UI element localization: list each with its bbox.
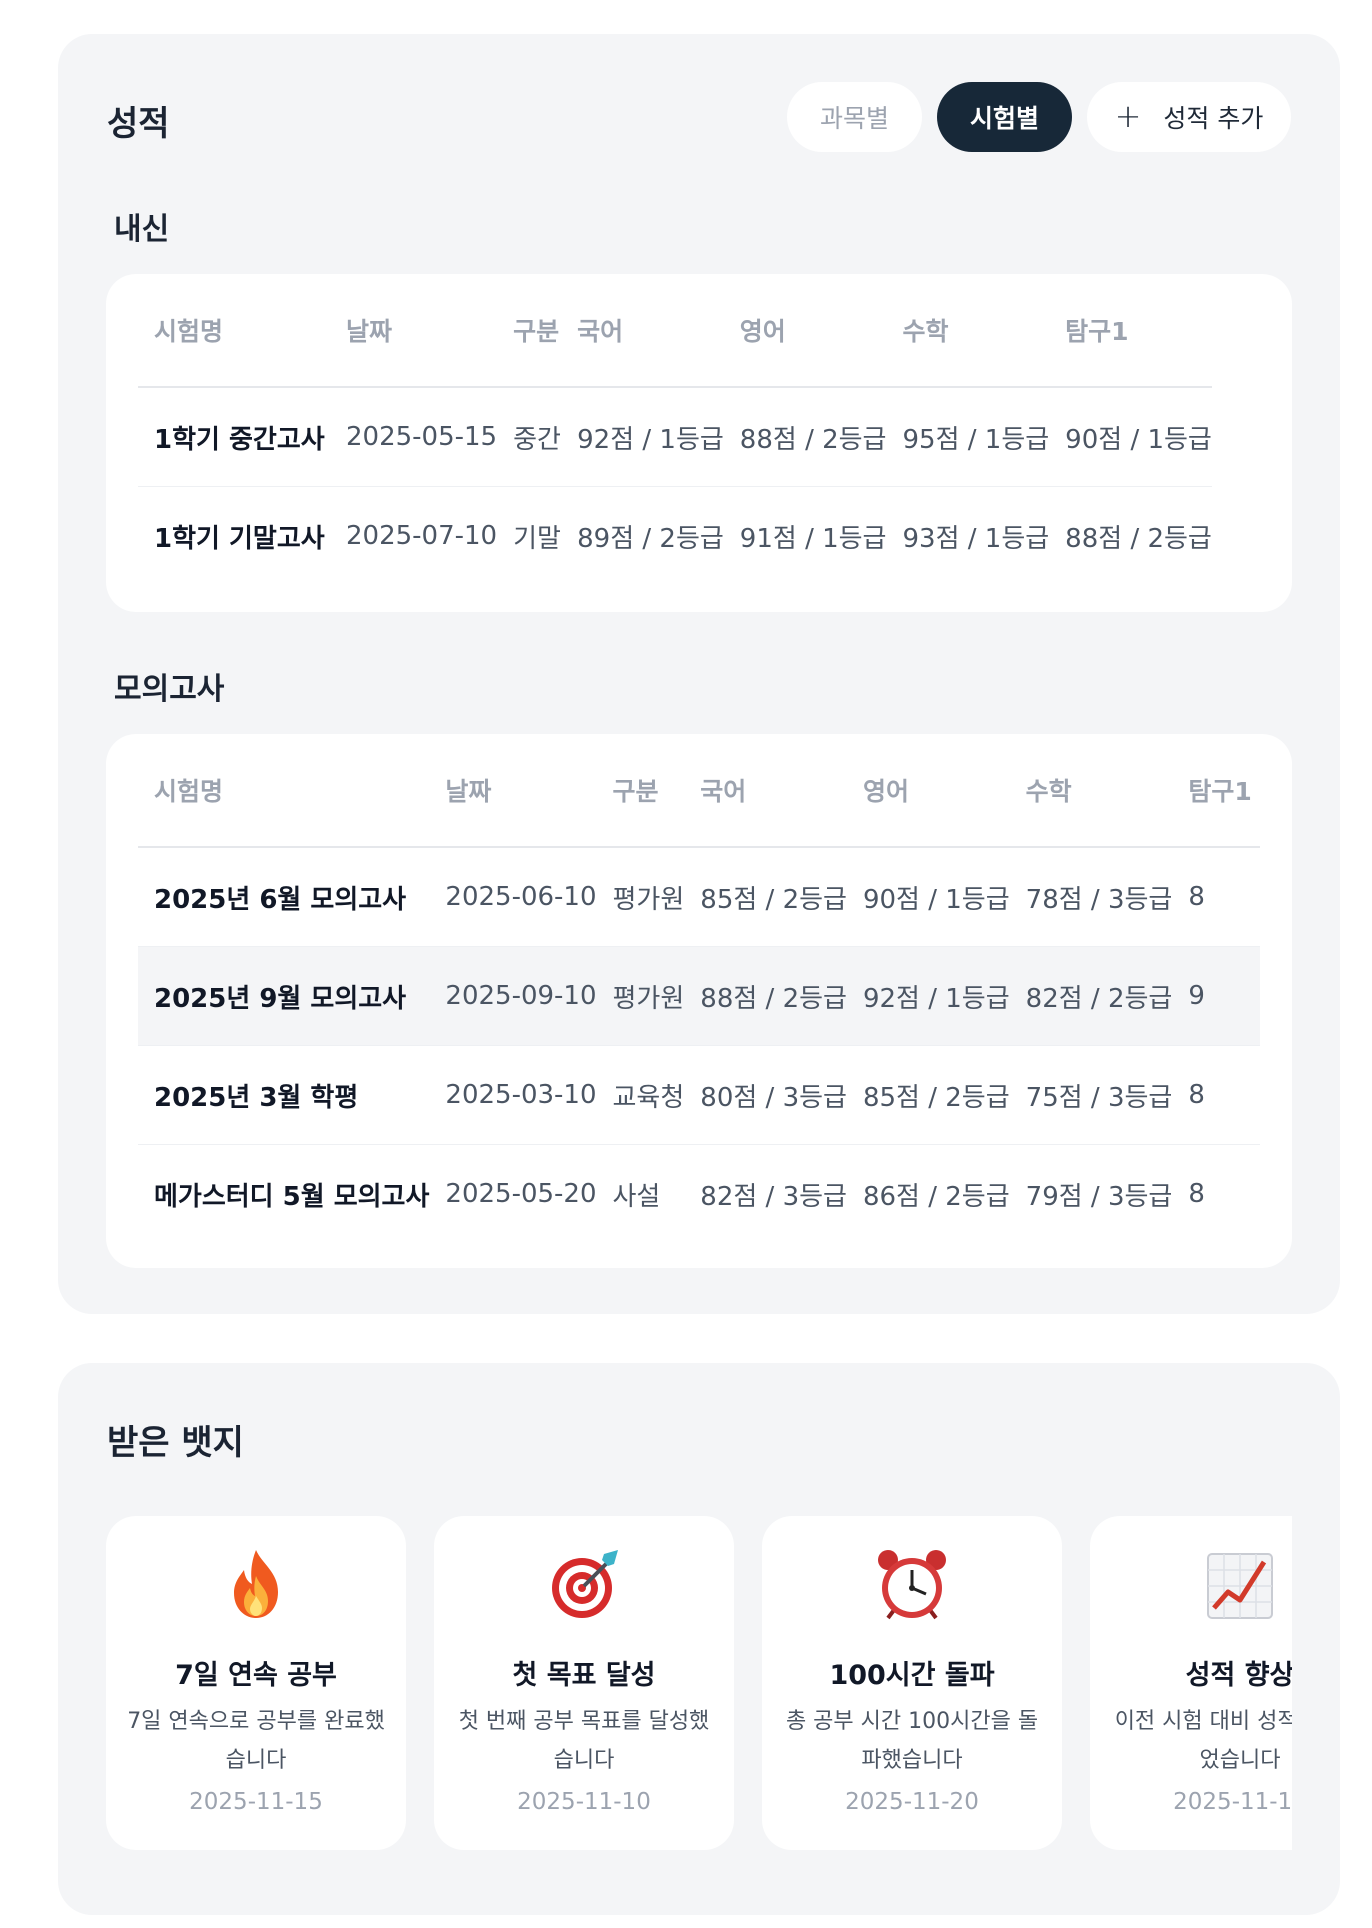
cell-english: 88점 / 2등급: [723, 387, 887, 487]
badge-title: 100시간 돌파: [829, 1660, 995, 1691]
table-header-row: 시험명 날짜 구분 국어 영어 수학 탐구1: [138, 734, 1260, 848]
cell-math: 79점 / 3등급: [1025, 1181, 1173, 1212]
col-date: 날짜: [330, 274, 498, 388]
table-row[interactable]: 2025년 6월 모의고사 2025-06-10 평가원 85점 / 2등급 9…: [138, 847, 1260, 947]
badge-card[interactable]: 7일 연속 공부 7일 연속으로 공부를 완료했습니다 2025-11-15: [106, 1516, 406, 1850]
badge-title: 성적 향상: [1185, 1660, 1292, 1691]
col-inquiry1: 탐구1: [1172, 734, 1260, 848]
cell-exam-name: 1학기 중간고사: [138, 387, 330, 487]
cell-exam-name: 2025년 9월 모의고사: [138, 946, 430, 1046]
col-date: 날짜: [429, 734, 597, 848]
cell-math: 78점 / 3등급: [1009, 847, 1173, 947]
badge-card[interactable]: 성적 향상 이전 시험 대비 성적이 상되었습니다 2025-11-18: [1090, 1516, 1292, 1850]
tab-by-exam[interactable]: 시험별: [937, 82, 1072, 152]
cell-inquiry1: 8: [1172, 847, 1260, 947]
mock-table: 시험명 날짜 구분 국어 영어 수학 탐구1 2025년 6월 모의고사 202…: [138, 734, 1260, 1243]
naesin-card: 시험명 날짜 구분 국어 영어 수학 탐구1 1학기 중간고사 2025-05-…: [106, 274, 1292, 612]
table-row[interactable]: 2025년 3월 학평 2025-03-10 교육청 80점 / 3등급 85점…: [138, 1045, 1260, 1145]
cell-korean: 92점 / 1등급: [561, 387, 724, 487]
table-row[interactable]: 2025년 9월 모의고사 2025-09-10 평가원 88점 / 2등급 9…: [138, 946, 1260, 1046]
badge-date: 2025-11-20: [845, 1789, 979, 1815]
badge-description: 총 공부 시간 100시간을 돌파했습니다: [785, 1709, 1039, 1773]
col-english: 영어: [723, 274, 887, 388]
naesin-section-title: 내신: [114, 212, 170, 247]
cell-english: 85점 / 2등급: [846, 1045, 1010, 1145]
cell-date: 2025-05-15: [330, 387, 498, 487]
cell-english: 91점 / 1등급: [739, 523, 887, 554]
cell-date: 2025-03-10: [429, 1045, 597, 1145]
mock-card: 시험명 날짜 구분 국어 영어 수학 탐구1 2025년 6월 모의고사 202…: [106, 734, 1292, 1268]
cell-korean: 89점 / 2등급: [577, 523, 724, 554]
col-korean: 국어: [684, 734, 847, 848]
badges-panel: 받은 뱃지 7일 연속 공부 7일 연속으로 공부를 완료했습니다 2025-1…: [58, 1363, 1340, 1915]
fire-icon: [106, 1546, 406, 1622]
add-grade-button[interactable]: + 성적 추가: [1087, 82, 1291, 152]
cell-date: 2025-05-20: [445, 1179, 597, 1209]
col-type: 구분: [596, 734, 685, 848]
table-header-row: 시험명 날짜 구분 국어 영어 수학 탐구1: [138, 274, 1212, 388]
cell-type: 사설: [612, 1181, 661, 1212]
cell-korean: 80점 / 3등급: [684, 1045, 847, 1145]
chart-up-icon: [1090, 1546, 1292, 1622]
alarm-clock-icon: [762, 1546, 1062, 1622]
badge-card[interactable]: 100시간 돌파 총 공부 시간 100시간을 돌파했습니다 2025-11-2…: [762, 1516, 1062, 1850]
cell-math: 75점 / 3등급: [1009, 1045, 1173, 1145]
col-inquiry1: 탐구1: [1049, 274, 1212, 388]
tab-by-subject[interactable]: 과목별: [787, 82, 922, 152]
cell-english: 92점 / 1등급: [846, 946, 1010, 1046]
cell-date: 2025-09-10: [429, 946, 597, 1046]
col-english: 영어: [846, 734, 1010, 848]
col-math: 수학: [1009, 734, 1173, 848]
cell-math: 93점 / 1등급: [902, 523, 1050, 554]
badge-card[interactable]: 첫 목표 달성 첫 번째 공부 목표를 달성했습니다 2025-11-10: [434, 1516, 734, 1850]
cell-korean: 85점 / 2등급: [684, 847, 847, 947]
cell-type: 중간: [497, 387, 562, 487]
badge-title: 7일 연속 공부: [175, 1660, 337, 1691]
cell-type: 기말: [513, 523, 561, 554]
cell-inquiry1: 8: [1188, 1179, 1205, 1209]
badge-list[interactable]: 7일 연속 공부 7일 연속으로 공부를 완료했습니다 2025-11-15 첫…: [106, 1363, 1292, 1915]
cell-math: 82점 / 2등급: [1009, 946, 1173, 1046]
cell-exam-name: 메가스터디 5월 모의고사: [154, 1181, 430, 1212]
cell-exam-name: 2025년 6월 모의고사: [138, 847, 430, 947]
col-type: 구분: [497, 274, 562, 388]
col-exam-name: 시험명: [138, 734, 430, 848]
grades-panel: 성적 과목별 시험별 + 성적 추가 내신 시험명 날짜 구분 국어 영어 수학…: [58, 34, 1340, 1314]
col-math: 수학: [886, 274, 1050, 388]
mock-section-title: 모의고사: [114, 672, 225, 707]
cell-inquiry1: 9: [1172, 946, 1260, 1046]
cell-inquiry1: 90점 / 1등급: [1049, 387, 1212, 487]
badge-title: 첫 목표 달성: [512, 1660, 656, 1691]
badge-description: 7일 연속으로 공부를 완료했습니다: [127, 1709, 385, 1773]
badge-description: 첫 번째 공부 목표를 달성했습니다: [458, 1709, 710, 1773]
table-row[interactable]: 1학기 기말고사 2025-07-10 기말 89점 / 2등급 91점 / 1…: [138, 487, 1212, 586]
table-row[interactable]: 메가스터디 5월 모의고사 2025-05-20 사설 82점 / 3등급 86…: [138, 1145, 1260, 1244]
badge-date: 2025-11-15: [189, 1789, 323, 1815]
cell-date: 2025-07-10: [346, 521, 498, 551]
cell-inquiry1: 88점 / 2등급: [1065, 523, 1212, 554]
cell-exam-name: 2025년 3월 학평: [138, 1045, 430, 1145]
cell-korean: 82점 / 3등급: [700, 1181, 847, 1212]
table-row[interactable]: 1학기 중간고사 2025-05-15 중간 92점 / 1등급 88점 / 2…: [138, 387, 1212, 487]
target-icon: [434, 1546, 734, 1622]
naesin-table: 시험명 날짜 구분 국어 영어 수학 탐구1 1학기 중간고사 2025-05-…: [138, 274, 1260, 585]
badge-description: 이전 시험 대비 성적이 상되었습니다: [1114, 1709, 1292, 1773]
badge-date: 2025-11-10: [517, 1789, 651, 1815]
col-exam-name: 시험명: [138, 274, 330, 388]
add-grade-label: 성적 추가: [1163, 104, 1264, 133]
plus-icon: +: [1114, 96, 1142, 135]
cell-inquiry1: 8: [1172, 1045, 1260, 1145]
cell-exam-name: 1학기 기말고사: [154, 523, 325, 554]
col-korean: 국어: [561, 274, 724, 388]
cell-math: 95점 / 1등급: [886, 387, 1050, 487]
cell-type: 교육청: [596, 1045, 685, 1145]
cell-english: 86점 / 2등급: [862, 1181, 1010, 1212]
badge-date: 2025-11-18: [1173, 1789, 1292, 1815]
cell-korean: 88점 / 2등급: [684, 946, 847, 1046]
cell-type: 평가원: [596, 847, 685, 947]
cell-type: 평가원: [596, 946, 685, 1046]
grades-title: 성적: [107, 104, 170, 144]
cell-english: 90점 / 1등급: [846, 847, 1010, 947]
cell-date: 2025-06-10: [429, 847, 597, 947]
